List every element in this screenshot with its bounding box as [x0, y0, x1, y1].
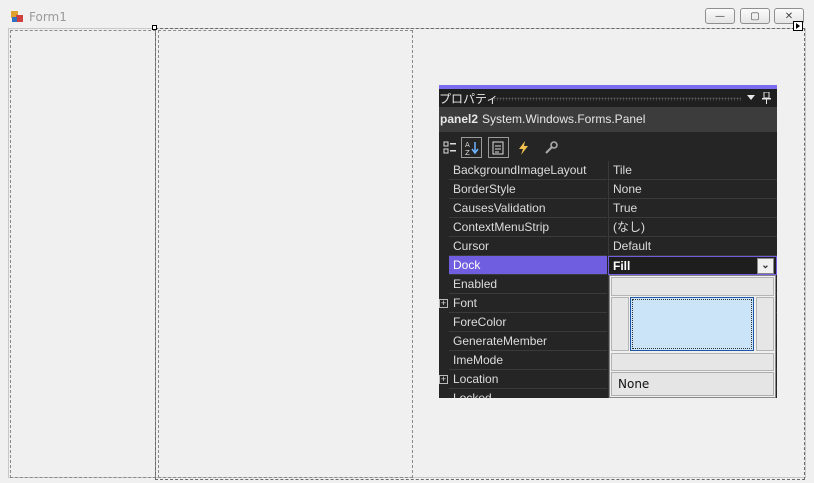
property-name: Cursor — [449, 237, 607, 256]
categorized-icon — [443, 141, 456, 153]
dock-none-button[interactable]: None — [611, 372, 774, 396]
property-name: GenerateMember — [449, 332, 607, 351]
resize-handle-top-left[interactable] — [152, 25, 157, 30]
property-value-text: Tile — [613, 163, 632, 177]
dock-bottom-button[interactable] — [611, 353, 774, 371]
maximize-button[interactable]: ▢ — [740, 8, 770, 24]
close-icon: ✕ — [784, 10, 794, 22]
property-name: Enabled — [449, 275, 607, 294]
property-row[interactable]: Cursor Default — [439, 237, 777, 256]
property-name: BorderStyle — [449, 180, 607, 199]
expand-plus-icon[interactable]: + — [439, 375, 448, 384]
dock-right-button[interactable] — [756, 297, 774, 351]
dropdown-chevron-icon[interactable]: ⌄ — [757, 258, 774, 274]
alphabetical-icon: A Z — [465, 141, 479, 156]
expand-plus-icon[interactable]: + — [439, 299, 448, 308]
form-app-icon — [11, 11, 23, 22]
object-name: panel2 — [440, 112, 479, 126]
dock-left-button[interactable] — [611, 297, 629, 351]
window-titlebar: Form1 — ▢ ✕ — [0, 0, 814, 28]
dock-fill-button[interactable] — [630, 297, 754, 351]
property-row[interactable]: BackgroundImageLayout Tile — [439, 161, 777, 180]
property-value-text: True — [613, 201, 638, 215]
property-pages-button[interactable] — [540, 137, 561, 158]
events-icon — [518, 140, 528, 155]
categorized-button[interactable] — [439, 137, 460, 158]
header-grip — [493, 97, 741, 101]
svg-text:A: A — [465, 141, 470, 149]
property-value-text: None — [613, 182, 642, 196]
property-name: Font — [449, 294, 607, 313]
minimize-button[interactable]: — — [705, 8, 735, 24]
property-value-text: (なし) — [613, 220, 645, 234]
property-value[interactable]: None — [608, 180, 777, 199]
property-value[interactable]: Tile — [608, 161, 777, 180]
property-value[interactable]: True — [608, 199, 777, 218]
property-name: Location — [449, 370, 607, 389]
dropdown-arrow-icon[interactable] — [747, 95, 755, 101]
properties-title: プロパティ — [439, 92, 499, 106]
smart-tag-icon[interactable] — [793, 21, 803, 31]
property-name: Dock — [449, 256, 607, 275]
object-selector[interactable]: panel2 System.Windows.Forms.Panel — [439, 107, 777, 132]
property-value[interactable]: Fill ⌄ — [608, 256, 777, 275]
properties-header[interactable]: プロパティ — [439, 89, 777, 107]
property-name: ContextMenuStrip — [449, 218, 607, 237]
maximize-icon: ▢ — [750, 10, 760, 22]
alphabetical-button[interactable]: A Z — [461, 137, 482, 158]
dock-top-button[interactable] — [611, 277, 774, 296]
panel3[interactable] — [158, 30, 413, 478]
property-row[interactable]: CausesValidation True — [439, 199, 777, 218]
events-button[interactable] — [513, 137, 534, 158]
window-title: Form1 — [29, 10, 67, 24]
property-pages-icon — [544, 140, 558, 154]
svg-text:Z: Z — [465, 149, 470, 156]
properties-toolbar: A Z — [439, 134, 777, 161]
property-value-text: Default — [613, 239, 652, 253]
property-row[interactable]: ContextMenuStrip (なし) — [439, 218, 777, 237]
property-name: CausesValidation — [449, 199, 607, 218]
panel1[interactable] — [10, 30, 156, 478]
object-type: System.Windows.Forms.Panel — [482, 112, 646, 126]
property-name: ForeColor — [449, 313, 607, 332]
property-name: Locked — [449, 389, 607, 398]
dock-picker: None — [609, 275, 776, 398]
property-row[interactable]: Dock Fill ⌄ — [439, 256, 777, 275]
property-value-text: Fill — [613, 259, 631, 273]
properties-icon — [492, 141, 503, 154]
property-name: ImeMode — [449, 351, 607, 370]
properties-view-button[interactable] — [488, 137, 509, 158]
property-value[interactable]: (なし) — [608, 218, 777, 237]
property-value[interactable]: Default — [608, 237, 777, 256]
pin-icon[interactable] — [762, 92, 771, 104]
minimize-icon: — — [715, 10, 725, 22]
property-row[interactable]: BorderStyle None — [439, 180, 777, 199]
property-name: BackgroundImageLayout — [449, 161, 607, 180]
